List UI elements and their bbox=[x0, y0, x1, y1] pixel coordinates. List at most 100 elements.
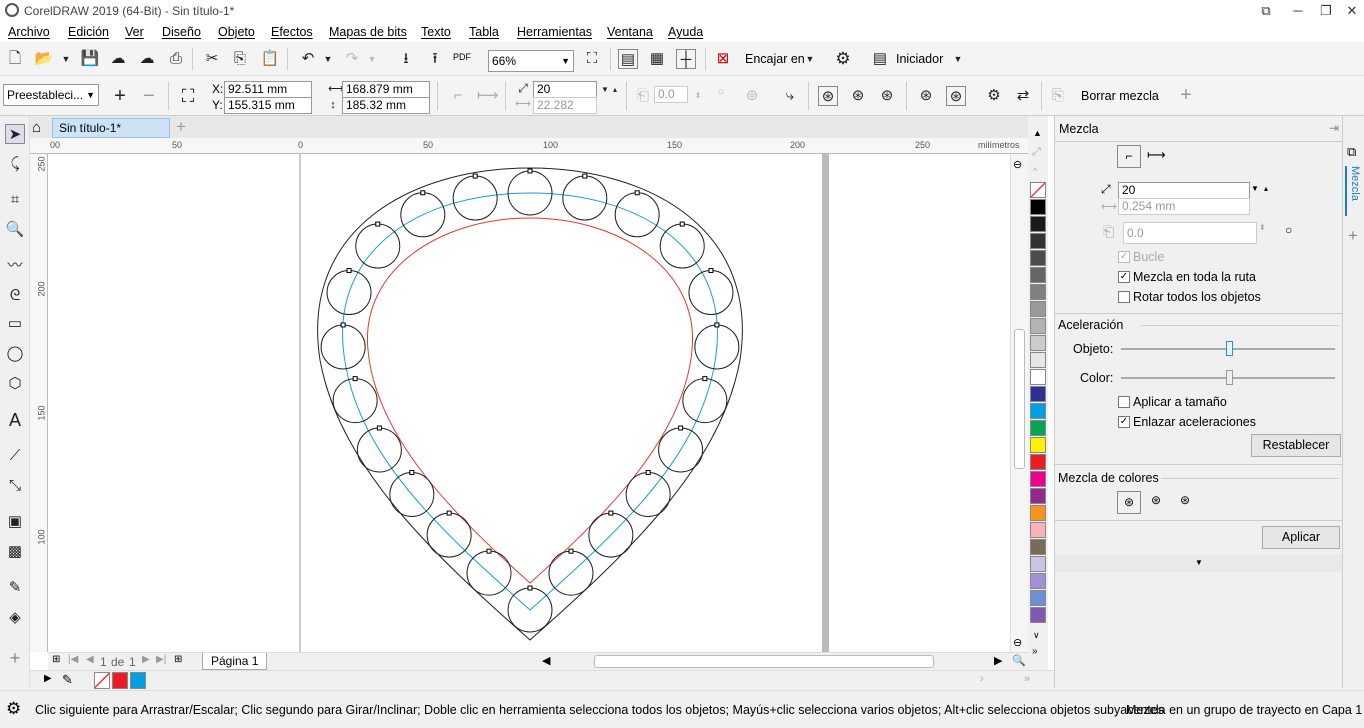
connector-tool-icon[interactable]: ⤡ bbox=[5, 476, 25, 496]
docker-rotation-input[interactable]: 0.0 bbox=[1123, 222, 1257, 244]
cloud-publish-icon[interactable]: ☁ bbox=[137, 49, 157, 69]
color-swatch[interactable] bbox=[1030, 386, 1046, 402]
object-accel-thumb[interactable] bbox=[1226, 341, 1233, 356]
export-pdf-button[interactable]: PDF bbox=[453, 52, 471, 62]
red-swatch[interactable] bbox=[112, 672, 128, 689]
menu-texto[interactable]: Texto bbox=[421, 25, 451, 39]
no-color-swatch[interactable] bbox=[94, 672, 110, 689]
docker-collapse-bar[interactable]: ▼ bbox=[1055, 554, 1343, 572]
reset-button[interactable]: Restablecer bbox=[1251, 434, 1341, 457]
dimension-tool-icon[interactable]: ⟋ bbox=[5, 446, 25, 466]
steps-dropdown-icon[interactable]: ▼ bbox=[1251, 184, 1259, 193]
expand-icon[interactable]: » bbox=[1024, 673, 1030, 685]
color-swatch[interactable] bbox=[1030, 471, 1046, 487]
menu-tabla[interactable]: Tabla bbox=[469, 25, 499, 39]
restore-icon[interactable]: ⧉ bbox=[1250, 0, 1282, 22]
new-tab-icon[interactable]: + bbox=[176, 117, 186, 137]
menu-herramientas[interactable]: Herramientas bbox=[517, 25, 592, 39]
open-dropdown-icon[interactable]: ▼ bbox=[56, 49, 76, 69]
open-icon[interactable]: 📂 bbox=[34, 49, 54, 69]
scroll-left-icon[interactable]: › bbox=[980, 673, 984, 685]
eyedropper-icon[interactable]: ✎ bbox=[62, 672, 73, 688]
vertical-ruler[interactable]: 250 200 150 100 bbox=[30, 154, 48, 652]
color-swatch[interactable] bbox=[1030, 284, 1046, 300]
color-swatch[interactable] bbox=[1030, 437, 1046, 453]
apply-button[interactable]: Aplicar bbox=[1262, 526, 1340, 549]
clear-blend-button[interactable]: Borrar mezcla bbox=[1081, 89, 1159, 103]
close-button[interactable]: ✕ bbox=[1336, 0, 1364, 22]
options-gear-icon[interactable]: ⚙ bbox=[833, 49, 853, 69]
print-icon[interactable]: ⎙ bbox=[166, 49, 186, 69]
zoom-level-select[interactable]: 66% ▼ bbox=[488, 50, 574, 72]
remove-preset-icon[interactable]: − bbox=[139, 86, 159, 106]
cut-icon[interactable]: ✂ bbox=[202, 49, 222, 69]
show-rulers-icon[interactable]: ▤ bbox=[618, 49, 638, 69]
tab-sin-titulo[interactable]: Sin título-1* bbox=[52, 118, 170, 138]
color-swatch[interactable] bbox=[1030, 607, 1046, 623]
scroll-up-icon[interactable]: ⊖ bbox=[1013, 158, 1022, 171]
launcher-button[interactable]: Iniciador bbox=[896, 52, 943, 66]
color-swatch[interactable] bbox=[1030, 318, 1046, 334]
color-swatch[interactable] bbox=[1030, 454, 1046, 470]
polygon-tool-icon[interactable]: ⬡ bbox=[5, 374, 25, 394]
full-screen-icon[interactable]: ⛶ bbox=[582, 49, 602, 69]
menu-ver[interactable]: Ver bbox=[125, 25, 144, 39]
color-swatch[interactable] bbox=[1030, 505, 1046, 521]
add-page-icon[interactable]: ⊞ bbox=[52, 654, 60, 665]
height-input[interactable]: 185.32 mm bbox=[342, 97, 430, 114]
drawing-canvas[interactable] bbox=[48, 154, 1012, 652]
blend-rotation-input[interactable]: 0.0 bbox=[654, 86, 688, 103]
color-swatch[interactable] bbox=[1030, 335, 1046, 351]
undo-dropdown-icon[interactable]: ▼ bbox=[318, 49, 338, 69]
color-swatch[interactable] bbox=[1030, 488, 1046, 504]
apply-size-checkbox[interactable] bbox=[1118, 396, 1130, 408]
launcher-icon[interactable]: ▤ bbox=[870, 49, 890, 69]
link-accel-checkbox[interactable]: ✓ bbox=[1118, 416, 1130, 428]
export-icon[interactable]: ⭱ bbox=[425, 49, 445, 69]
hscroll-right-icon[interactable]: ▶ bbox=[994, 654, 1002, 667]
docker-tab-blend[interactable]: Mezcla bbox=[1345, 166, 1361, 216]
color-swatch[interactable] bbox=[1030, 216, 1046, 232]
color-swatch[interactable] bbox=[1030, 403, 1046, 419]
add-docker-icon[interactable]: + bbox=[1348, 226, 1358, 246]
launcher-chevron-down-icon[interactable]: ▼ bbox=[948, 49, 968, 69]
redo-dropdown-icon[interactable]: ▼ bbox=[362, 49, 382, 69]
zoom-tool-icon[interactable]: 🔍 bbox=[5, 220, 25, 240]
object-origin-icon[interactable]: ⛶ bbox=[178, 86, 198, 106]
y-position-input[interactable]: 155.315 mm bbox=[224, 97, 312, 114]
ellipse-tool-icon[interactable]: ◯ bbox=[5, 344, 25, 364]
blue-swatch[interactable] bbox=[130, 672, 146, 689]
horizontal-ruler[interactable]: 00 50 0 50 100 150 200 250 milímetros bbox=[30, 138, 1028, 154]
new-document-icon[interactable]: 🗋 bbox=[5, 49, 25, 69]
add-preset-icon[interactable]: + bbox=[110, 86, 130, 106]
menu-diseno[interactable]: Diseño bbox=[162, 25, 201, 39]
blend-steps-input[interactable]: 20 bbox=[533, 81, 597, 98]
show-grid-icon[interactable]: ▦ bbox=[647, 49, 667, 69]
menu-ayuda[interactable]: Ayuda bbox=[668, 25, 703, 39]
transparency-tool-icon[interactable]: ▩ bbox=[5, 542, 25, 562]
import-icon[interactable]: ⭳ bbox=[396, 49, 416, 69]
blend-direct-icon[interactable]: ⊛ bbox=[1117, 491, 1141, 514]
hscroll-left-icon[interactable]: ◀ bbox=[542, 654, 550, 667]
spacing-mode-button[interactable]: ⟼ bbox=[1147, 147, 1166, 163]
add-icon[interactable]: + bbox=[1176, 85, 1196, 105]
snap-off-icon[interactable]: ⊠ bbox=[713, 49, 733, 69]
docker-spacing-input[interactable]: 0.254 mm bbox=[1118, 198, 1250, 215]
undo-icon[interactable]: ↶ bbox=[298, 49, 318, 69]
rotation-spin-icon[interactable]: ⬍ bbox=[688, 86, 708, 106]
palette-scroll-icon[interactable]: ⤢ bbox=[1032, 146, 1041, 159]
direct-blend-icon[interactable]: ⊚ bbox=[742, 86, 762, 106]
blend-docker-tab-icon[interactable]: ⧉ bbox=[1347, 144, 1356, 160]
object-color-accel-icon[interactable]: ⊛ bbox=[916, 86, 936, 106]
crop-tool-icon[interactable]: ⌗ bbox=[5, 190, 25, 210]
add-page-end-icon[interactable]: ⊞ bbox=[174, 654, 182, 665]
blend-clockwise-icon[interactable]: ⊛ bbox=[848, 86, 868, 106]
vertical-scrollbar[interactable]: ⊖ ⊖ bbox=[1010, 154, 1028, 652]
color-swatch[interactable] bbox=[1030, 250, 1046, 266]
status-gear-icon[interactable]: ⚙ bbox=[6, 699, 21, 719]
blend-counterclockwise-icon[interactable]: ⊛ bbox=[877, 86, 897, 106]
save-icon[interactable]: 💾 bbox=[80, 49, 100, 69]
blend-clockwise-icon[interactable]: ⊛ bbox=[1151, 493, 1161, 507]
palette-expand-icon[interactable]: » bbox=[1032, 646, 1038, 657]
color-swatch[interactable] bbox=[1030, 573, 1046, 589]
